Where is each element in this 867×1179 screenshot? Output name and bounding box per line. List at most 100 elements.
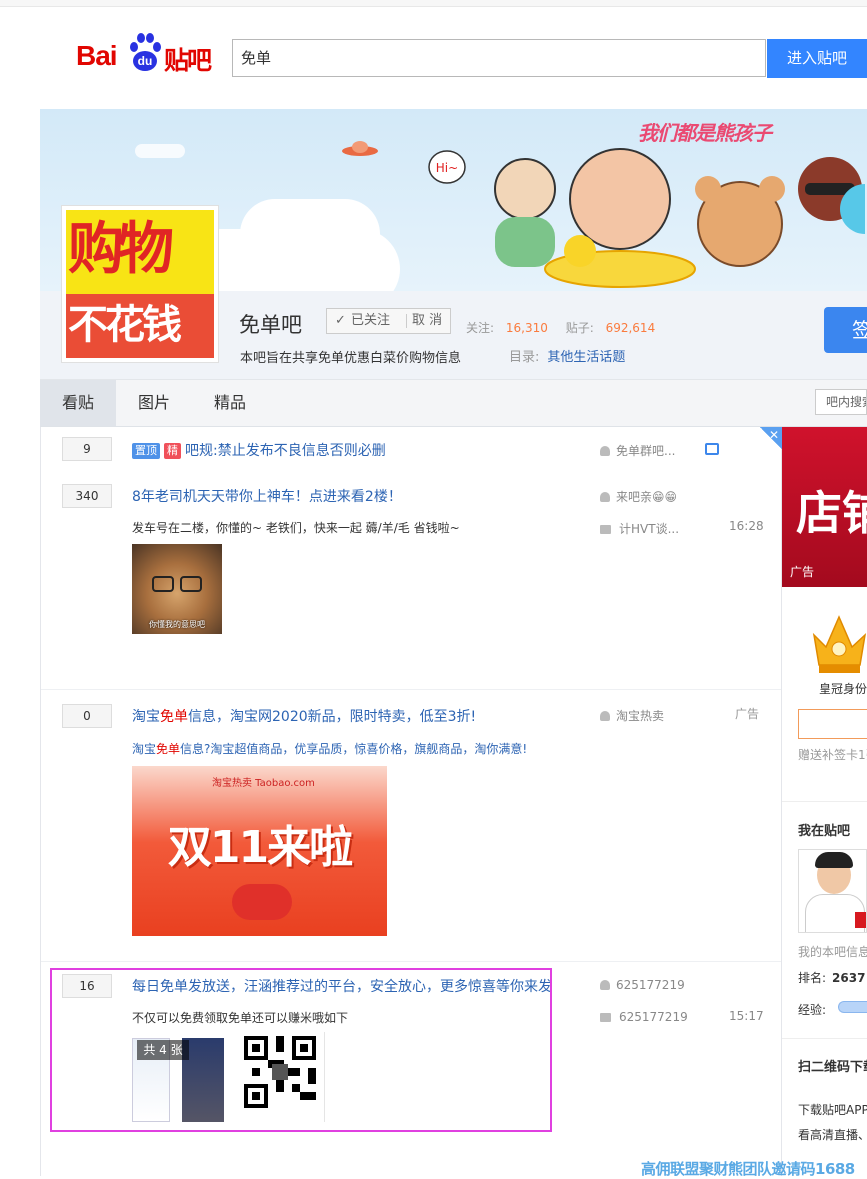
crown-note: 赠送补签卡1张: [798, 748, 867, 762]
row-divider: [41, 961, 781, 962]
ufo-icon: [342, 141, 378, 156]
follow-count-label: 关注:: [466, 321, 495, 335]
logo-text-bai: Bai: [76, 40, 118, 71]
highlight-box: [50, 968, 552, 1132]
promo-text: 双11来啦: [167, 822, 353, 873]
thread-author[interactable]: 淘宝热卖: [600, 707, 664, 724]
rank-value: 2637: [832, 971, 866, 985]
comment-icon: [600, 525, 611, 534]
cloud-shape: [240, 199, 380, 269]
tab-featured[interactable]: 精品: [192, 380, 268, 426]
top-badge: 置顶: [132, 443, 160, 459]
user-icon: [600, 711, 610, 721]
last-reply-time: 16:28: [729, 519, 764, 533]
rank-row: 排名: 2637: [798, 971, 866, 985]
post-count: 692,614: [605, 321, 656, 335]
post-count-label: 贴子:: [565, 321, 594, 335]
search-input[interactable]: [233, 40, 749, 74]
user-icon: [600, 492, 610, 502]
top-bar: [0, 0, 867, 7]
qr-text-2: 看高清直播、: [798, 1128, 867, 1142]
thread-author[interactable]: 625177219: [600, 978, 685, 992]
enter-forum-button[interactable]: 进入贴吧: [767, 39, 867, 78]
sidebar-ad[interactable]: 店铺 广告: [782, 427, 867, 587]
cartoon-characters: Hi~: [428, 148, 865, 288]
tab-posts[interactable]: 看贴: [40, 380, 116, 426]
exp-label: 经验:: [798, 1003, 827, 1017]
handbag-shape: [232, 884, 292, 920]
thread-title[interactable]: 8年老司机天天带你上神车！点进来看2楼！: [132, 486, 402, 506]
thread-title-text[interactable]: 吧规:禁止发布不良信息否则必删: [185, 443, 386, 459]
forum-slogan: 本吧旨在共享免单优惠白菜价购物信息: [240, 351, 462, 366]
thread-image[interactable]: 你懂我的意思吧: [132, 544, 222, 634]
author-name[interactable]: 淘宝热卖: [616, 709, 664, 723]
unfollow-button[interactable]: 取 消: [412, 309, 442, 333]
experience-bar: [838, 1001, 867, 1013]
qr-text-1: 下载贴吧APP: [798, 1103, 867, 1117]
catalog-label: 目录:: [509, 350, 540, 365]
author-name[interactable]: 来吧亲😁😁: [616, 490, 677, 504]
thread-author[interactable]: 来吧亲😁😁: [600, 488, 677, 505]
avatar-text-bottom: 不花钱: [68, 302, 182, 348]
user-icon: [600, 446, 610, 456]
svg-text:Hi~: Hi~: [436, 161, 458, 175]
my-forum-info[interactable]: 我的本吧信息: [798, 943, 867, 960]
user-avatar[interactable]: [798, 849, 867, 933]
avatar-text-top: 购物: [68, 217, 174, 282]
forum-name[interactable]: 免单吧: [239, 309, 302, 339]
close-ad-button[interactable]: ✕: [760, 427, 782, 449]
last-replyer[interactable]: 计HVT谈...: [600, 520, 679, 537]
qr-title: 扫二维码下载: [798, 1060, 867, 1075]
crown-icon: [812, 615, 867, 673]
check-icon: ✓: [335, 313, 346, 328]
follow-count: 16,310: [505, 321, 548, 335]
thread-abstract: 发车号在二楼，你懂的~ 老铁们，快来一起 薅/羊/毛 省钱啦~: [132, 521, 460, 535]
featured-badge: 精: [164, 443, 181, 459]
forum-tabs: 看贴 图片 精品: [40, 379, 867, 427]
forum-catalog: 目录: 其他生活话题: [509, 346, 625, 365]
thread-title[interactable]: 置顶精吧规:禁止发布不良信息否则必删: [132, 440, 386, 460]
author-name[interactable]: 免单群吧...: [616, 444, 675, 458]
inner-search-input[interactable]: 吧内搜索: [815, 389, 867, 415]
banner-slogan: 我们都是熊孩子: [638, 121, 772, 145]
divider: [782, 801, 867, 802]
sidebar-ad-tag: 广告: [790, 565, 815, 579]
last-replyer-name[interactable]: 625177219: [619, 1010, 688, 1024]
divider: [782, 1038, 867, 1039]
ad-label: 广告: [735, 707, 760, 721]
thread-author[interactable]: 免单群吧...: [600, 442, 675, 459]
last-replyer-name[interactable]: 计HVT谈...: [619, 522, 679, 536]
user-icon: [600, 980, 610, 990]
logo-text-du: du: [138, 54, 153, 68]
row-divider: [41, 689, 781, 690]
sign-in-button[interactable]: 签: [824, 307, 867, 353]
paw-icon: du: [130, 33, 161, 71]
last-replyer[interactable]: 625177219: [600, 1010, 688, 1024]
close-icon: ✕: [768, 428, 779, 442]
thread-title[interactable]: 淘宝免单信息，淘宝网2020新品，限时特卖，低至3折!: [132, 706, 476, 726]
reply-count: 340: [62, 484, 112, 508]
author-name[interactable]: 625177219: [616, 978, 685, 992]
crown-purchase-button[interactable]: [798, 709, 867, 739]
last-reply-time: 15:17: [729, 1009, 764, 1023]
search-box[interactable]: [232, 39, 766, 77]
image-caption: 你懂我的意思吧: [149, 620, 205, 629]
logo-text-tieba: 贴吧: [164, 46, 212, 75]
comment-icon: [600, 1013, 611, 1022]
forum-manager-icon: [705, 443, 719, 455]
sidebar-ad-text: 店铺: [796, 486, 867, 540]
crown-label: 皇冠身份: [819, 682, 867, 696]
forum-avatar-image: 购物 不花钱: [66, 210, 214, 358]
thread-abstract: 淘宝免单信息?淘宝超值商品，优享品质，惊喜价格，旗舰商品，淘你满意!: [132, 742, 528, 756]
flag-icon: [855, 912, 866, 928]
followed-button[interactable]: ✓ 已关注 取 消: [326, 308, 451, 334]
promo-image[interactable]: 淘宝热卖 Taobao.com 双11来啦: [132, 766, 387, 936]
reply-count: 9: [62, 437, 112, 461]
cloud-shape: [135, 144, 185, 158]
baidu-tieba-logo[interactable]: Bai du 贴吧: [76, 32, 216, 76]
catalog-link[interactable]: 其他生活话题: [547, 350, 625, 365]
forum-stats: 关注: 16,310 贴子: 692,614: [466, 319, 655, 336]
tab-images[interactable]: 图片: [116, 380, 192, 426]
my-forum-title: 我在贴吧: [798, 824, 851, 839]
forum-avatar[interactable]: 购物 不花钱: [61, 205, 219, 363]
